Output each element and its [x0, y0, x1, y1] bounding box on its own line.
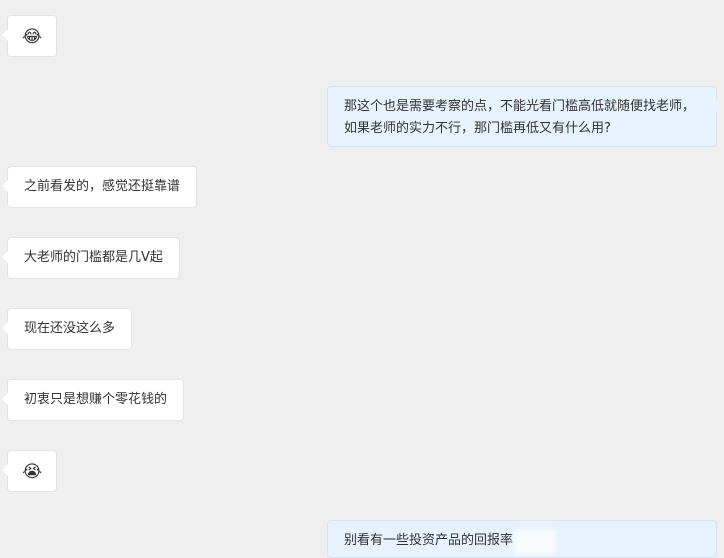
chat-message-list[interactable]: 😂 那这个也是需要考察的点，不能光看门槛高低就随便找老师，如果老师的实力不行，那…: [0, 0, 724, 558]
message-text: 现在还没这么多: [24, 321, 116, 336]
message-bubble-incoming: 大老师的门槛都是几V起: [2, 237, 180, 279]
message-bubble-incoming: 初衷只是想赚个零花钱的: [1, 379, 185, 421]
message-text: 之前看发的，感觉还挺靠谱: [24, 179, 181, 194]
message-bubble-outgoing: 别看有一些投资产品的回报率: [327, 520, 717, 558]
message-text: 初衷只是想赚个零花钱的: [24, 392, 168, 407]
message-text: 大老师的门槛都是几V起: [24, 250, 163, 265]
message-bubble-outgoing: 那这个也是需要考察的点，不能光看门槛高低就随便找老师，如果老师的实力不行，那门槛…: [327, 86, 722, 147]
message-bubble-incoming: 之前看发的，感觉还挺靠谱: [1, 166, 198, 208]
laughing-face-icon: 😂: [22, 27, 42, 47]
message-text: 那这个也是需要考察的点，不能光看门槛高低就随便找老师，如果老师的实力不行，那门槛…: [344, 99, 696, 136]
message-bubble-incoming: 现在还没这么多: [1, 308, 133, 350]
message-bubble-incoming: 😭: [2, 450, 57, 492]
crying-face-icon: 😭: [22, 462, 42, 482]
message-bubble-incoming: 😂: [2, 15, 57, 57]
message-text: 别看有一些投资产品的回报率: [344, 533, 514, 548]
obscured-text-overlay: [514, 529, 556, 555]
